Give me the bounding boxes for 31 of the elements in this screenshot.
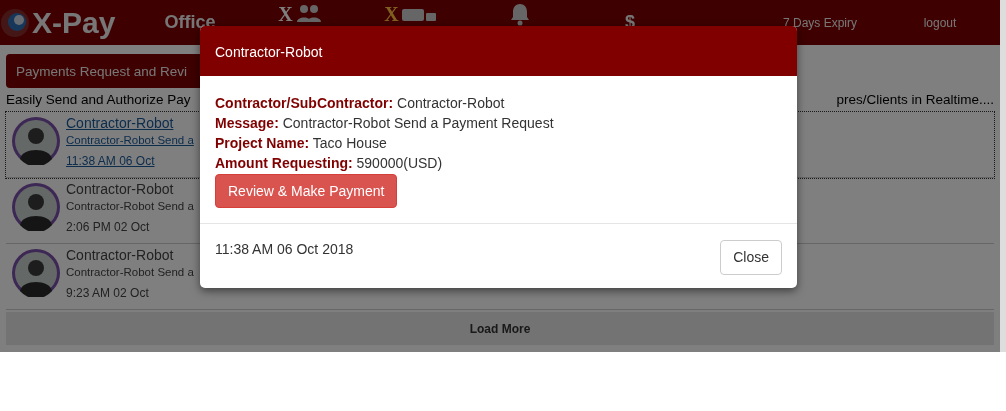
logo-icon xyxy=(0,7,30,38)
nav-letter[interactable]: X xyxy=(278,4,293,24)
sender-name: Contractor-Robot xyxy=(66,247,175,265)
detail-line: Project Name: Taco House xyxy=(215,134,388,153)
timestamp: 11:38 AM 06 Oct 2018 xyxy=(215,240,354,259)
review-payment-button[interactable]: Review & Make Payment xyxy=(215,174,398,208)
people-icon[interactable] xyxy=(295,4,322,24)
sender-name: Contractor-Robot xyxy=(66,181,175,199)
nav-link[interactable]: logout xyxy=(880,13,1000,32)
message-preview: Contractor-Robot Send a xyxy=(66,199,194,215)
close-button[interactable]: Close xyxy=(720,240,782,275)
logo-text[interactable]: X-Pay xyxy=(32,4,116,41)
message-preview: Contractor-Robot Send a xyxy=(66,265,194,281)
message-time: 9:23 AM 02 Oct xyxy=(66,285,150,303)
message-time: 11:38 AM 06 Oct xyxy=(66,153,156,171)
avatar xyxy=(12,249,60,298)
truck-icon[interactable] xyxy=(401,7,436,21)
bell-icon[interactable] xyxy=(510,2,530,26)
detail-line: Amount Requesting: 590000(USD) xyxy=(215,154,444,173)
avatar xyxy=(12,183,60,232)
detail-line: Message: Contractor-Robot Send a Payment Request xyxy=(215,114,555,133)
message-time: 2:06 PM 02 Oct xyxy=(66,219,151,237)
avatar xyxy=(12,117,60,166)
panel-heading: Payments Request and Revi xyxy=(6,54,200,88)
message-preview: Contractor-Robot Send a xyxy=(66,133,194,149)
sender-name: Contractor-Robot xyxy=(66,115,175,133)
detail-line: Contractor/SubContractor: Contractor-Robot xyxy=(215,94,506,113)
nav-letter[interactable]: X xyxy=(384,4,399,24)
load-more-button[interactable]: Load More xyxy=(6,312,994,346)
subtitle-text: Easily Send and Authorize Pay xyxy=(6,91,191,109)
subtitle-text: pres/Clients in Realtime.... xyxy=(836,91,994,109)
